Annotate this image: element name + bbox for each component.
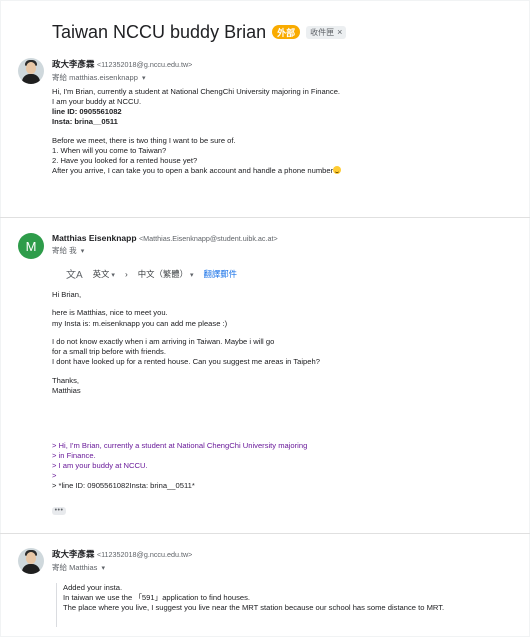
recipient-line[interactable]: 寄給 matthias.eisenknapp ▾ — [52, 72, 192, 83]
body-line: 1. When will you come to Taiwan? — [52, 145, 167, 155]
sender-avatar[interactable] — [18, 58, 44, 84]
quoted-line: > *line ID: 0905561082Insta: brina__0511… — [52, 481, 195, 491]
quoted-line: > — [52, 471, 57, 481]
message-divider — [0, 533, 530, 534]
chevron-right-icon: › — [124, 268, 128, 279]
sender-name[interactable]: Matthias Eisenknapp — [52, 233, 137, 243]
smile-emoji-icon — [333, 166, 342, 175]
chevron-down-icon[interactable]: ▾ — [142, 75, 146, 82]
body-line: In taiwan we use the 「591」application to… — [63, 593, 251, 603]
chevron-down-icon[interactable]: ▾ — [102, 565, 106, 572]
thread-header: Taiwan NCCU buddy Brian 外部 收件匣 × — [52, 18, 520, 46]
thread-subject: Taiwan NCCU buddy Brian — [52, 21, 267, 42]
translate-icon: 文A — [66, 270, 83, 281]
message-divider — [0, 217, 530, 218]
body-line: I do not know exactly when i am arriving… — [52, 337, 275, 347]
target-language-label: 中文（繁體） — [137, 268, 188, 279]
message-meta: Matthias Eisenknapp <Matthias.Eisenknapp… — [52, 233, 278, 256]
body-line: Matthias — [52, 385, 81, 395]
body-line: The place where you live, I suggest you … — [63, 603, 445, 613]
translate-message-link[interactable]: 翻譯郵件 — [204, 268, 238, 280]
body-line: Insta: brina__0511 — [52, 117, 118, 127]
quoted-line: > in Finance. — [52, 451, 96, 461]
translate-bar: 文A 英文 ▾ › 中文（繁體） ▾ 翻譯郵件 — [66, 266, 238, 282]
chevron-down-icon[interactable]: ▾ — [81, 248, 85, 255]
target-language-dropdown[interactable]: 中文（繁體） ▾ — [138, 268, 194, 280]
body-line: Before we meet, there is two thing I wan… — [52, 135, 236, 145]
body-line: my Insta is: m.eisenknapp you can add me… — [52, 318, 228, 328]
recipient-text: 寄給 Matthias — [52, 563, 98, 572]
body-line: line ID: 0905561082 — [52, 107, 122, 117]
body-line: I am your buddy at NCCU. — [52, 97, 142, 107]
inbox-label-text: 收件匣 — [310, 27, 335, 37]
sender-email: <112352018@g.nccu.edu.tw> — [96, 550, 193, 559]
caret-down-icon: ▾ — [189, 271, 194, 279]
sender-avatar[interactable] — [18, 548, 44, 574]
recipient-text: 寄給 我 — [52, 246, 77, 255]
sender-email: <112352018@g.nccu.edu.tw> — [96, 60, 193, 69]
message-body: Hi Brian, here is Matthias, nice to meet… — [52, 290, 520, 396]
body-line: Added your insta. — [63, 583, 123, 592]
recipient-line[interactable]: 寄給 Matthias ▾ — [52, 562, 192, 573]
quoted-text: > Hi, I'm Brian, currently a student at … — [52, 441, 520, 491]
source-language-label: 英文 — [92, 268, 110, 279]
message-body: Hi, I'm Brian, currently a student at Na… — [52, 87, 520, 176]
body-line: Hi Brian, — [52, 290, 82, 299]
sender-name[interactable]: 政大李彥霖 — [52, 59, 95, 69]
sender-email: <Matthias.Eisenknapp@student.uibk.ac.at> — [138, 234, 278, 243]
email-thread: Taiwan NCCU buddy Brian 外部 收件匣 × 政大李彥霖 <… — [0, 0, 530, 637]
message-meta: 政大李彥霖 <112352018@g.nccu.edu.tw> 寄給 Matth… — [52, 548, 192, 573]
body-line: 2. Have you looked for a rented house ye… — [52, 155, 198, 165]
sender-avatar[interactable]: M — [18, 233, 44, 259]
show-trimmed-content-button[interactable]: ••• — [52, 507, 66, 515]
recipient-text: 寄給 matthias.eisenknapp — [52, 73, 138, 82]
source-language-dropdown[interactable]: 英文 ▾ — [93, 268, 115, 280]
body-line: for a small trip before with friends. — [52, 347, 166, 357]
body-line: After you arrive, I can take you to open… — [52, 166, 334, 176]
caret-down-icon: ▾ — [111, 271, 115, 279]
quoted-line: > I am your buddy at NCCU. — [52, 461, 148, 471]
remove-label-icon[interactable]: × — [337, 27, 342, 37]
recipient-line[interactable]: 寄給 我 ▾ — [52, 245, 278, 256]
sender-name[interactable]: 政大李彥霖 — [52, 549, 95, 559]
reply-body: Added your insta. In taiwan we use the 「… — [56, 583, 520, 614]
reply-border — [56, 613, 57, 627]
body-line: here is Matthias, nice to meet you. — [52, 308, 168, 318]
body-line-with-emoji: After you arrive, I can take you to open… — [52, 166, 520, 176]
inbox-label-chip[interactable]: 收件匣 × — [306, 25, 347, 39]
message-meta: 政大李彥霖 <112352018@g.nccu.edu.tw> 寄給 matth… — [52, 58, 192, 83]
external-badge: 外部 — [272, 25, 301, 39]
body-line: Thanks, — [52, 375, 80, 385]
quoted-line: > Hi, I'm Brian, currently a student at … — [52, 441, 308, 450]
body-line: I dont have looked up for a rented house… — [52, 357, 320, 367]
body-line: Hi, I'm Brian, currently a student at Na… — [52, 87, 341, 96]
